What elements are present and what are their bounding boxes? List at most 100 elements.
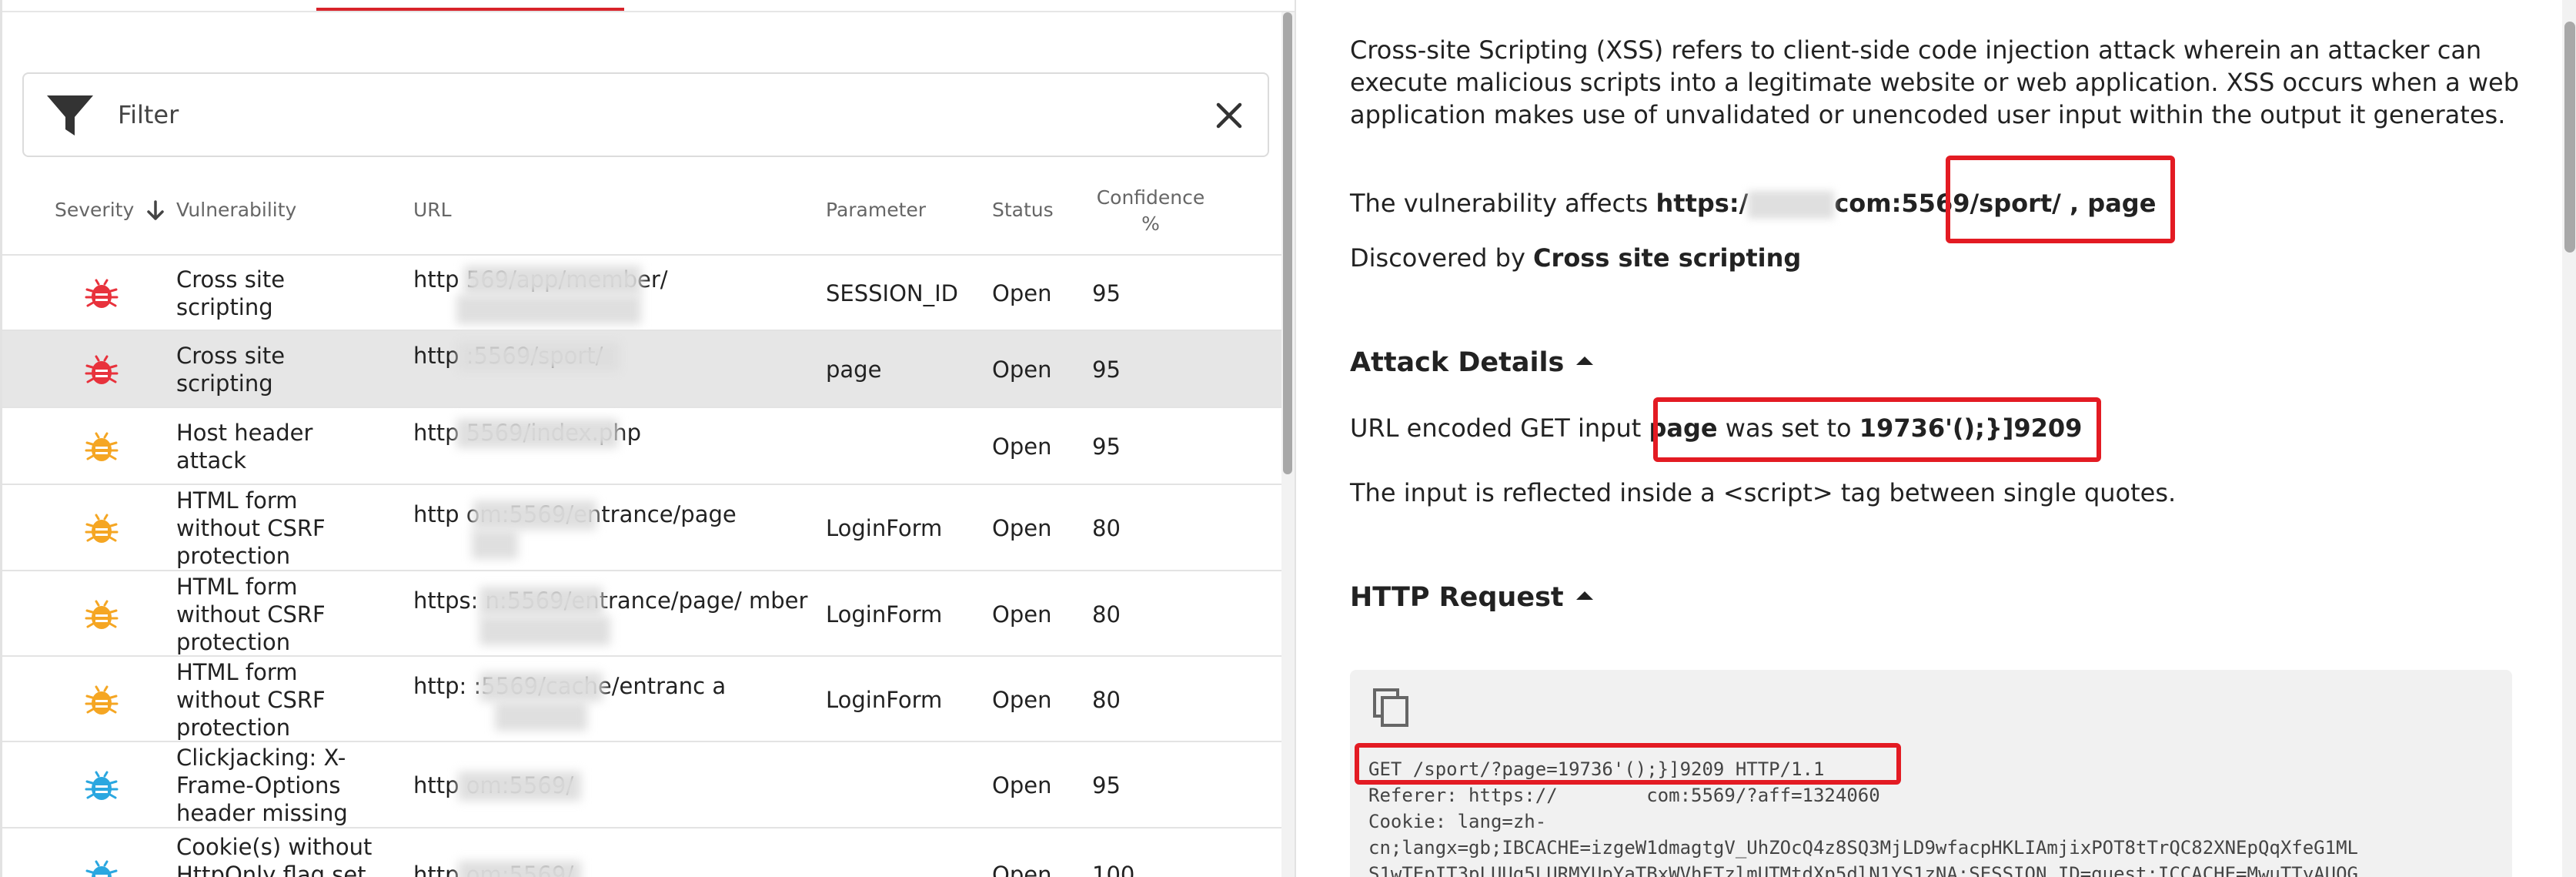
request-line: S1wTEpIT3pLUUg5LURMYUpYaTBxWVhETzlmUTMtd… xyxy=(1368,863,2358,877)
severity-low-bug-icon xyxy=(85,860,118,877)
affects-path: /sport/ , page xyxy=(1970,189,2157,218)
column-header-url[interactable]: URL xyxy=(413,197,452,223)
redacted-block xyxy=(456,419,618,448)
redacted-block xyxy=(464,266,641,295)
scrollbar-thumb[interactable] xyxy=(2564,22,2575,253)
severity-medium-bug-icon xyxy=(85,600,119,629)
table-row[interactable]: Cookie(s) without HttpOnly flag set http … xyxy=(2,827,1283,877)
parameter-cell: SESSION_ID xyxy=(826,280,959,306)
vulnerability-name: Clickjacking: X-Frame-Options header mis… xyxy=(176,745,348,826)
request-line: GET /sport/?page=19736'();}]9209 HTTP/1.… xyxy=(1368,758,1825,780)
table-row[interactable]: HTML form without CSRF protection http om… xyxy=(2,484,1283,570)
caret-up-icon[interactable] xyxy=(1575,591,1593,600)
column-header-parameter[interactable]: Parameter xyxy=(826,197,926,223)
status-cell: Open xyxy=(992,601,1052,628)
confidence-cell: 95 xyxy=(1092,772,1121,798)
severity-medium-bug-icon xyxy=(85,514,119,543)
copy-icon[interactable] xyxy=(1370,685,1413,728)
http-request-text[interactable]: GET /sport/?page=19736'();}]9209 HTTP/1.… xyxy=(1368,756,2508,877)
redacted-block xyxy=(1748,191,1835,219)
vulnerability-description: Cross-site Scripting (XSS) refers to cli… xyxy=(1350,35,2520,129)
vulnerability-name: HTML form without CSRF protection xyxy=(176,573,326,655)
attack-param: page xyxy=(1649,413,1718,443)
table-row[interactable]: Cross site scriptinghttp 569/app/member/… xyxy=(2,254,1283,330)
confidence-cell: 95 xyxy=(1092,433,1121,460)
severity-medium-bug-icon xyxy=(85,685,119,715)
vulnerability-name: Host header attack xyxy=(176,420,313,474)
vulnerability-detail-pane: Cross-site Scripting (XSS) refers to cli… xyxy=(1295,0,2576,877)
redacted-block xyxy=(456,295,641,324)
affects-line: The vulnerability affects https:/ com:556… xyxy=(1350,187,2156,219)
affects-domain: com:5569 xyxy=(1834,189,1970,218)
redacted-block xyxy=(473,500,596,530)
table-row[interactable]: Cross site scriptinghttp :5569/sport/pag… xyxy=(2,330,1283,407)
request-line: Cookie: lang=zh- xyxy=(1368,811,1547,832)
redacted-block xyxy=(458,342,620,371)
redacted-block xyxy=(479,586,603,616)
severity-high-bug-icon xyxy=(85,355,119,384)
severity-high-bug-icon xyxy=(85,279,119,308)
http-request-box: GET /sport/?page=19736'();}]9209 HTTP/1.… xyxy=(1350,670,2512,877)
attack-detail-line: URL encoded GET input page was set to 19… xyxy=(1350,412,2082,444)
affects-prefix: The vulnerability affects xyxy=(1350,189,1656,218)
table-row[interactable]: HTML form without CSRF protection https: … xyxy=(2,570,1283,655)
redacted-block xyxy=(458,861,581,877)
table-row[interactable]: Clickjacking: X-Frame-Options header mis… xyxy=(2,741,1283,827)
status-cell: Open xyxy=(992,280,1052,306)
url-cell: https: n:5569/entrance/page/ mber xyxy=(413,587,808,614)
status-cell: Open xyxy=(992,356,1052,383)
status-cell: Open xyxy=(992,772,1052,798)
confidence-cell: 95 xyxy=(1092,356,1121,383)
status-cell: Open xyxy=(992,433,1052,460)
redacted-block xyxy=(479,671,603,701)
column-header-status[interactable]: Status xyxy=(992,197,1054,223)
discovered-line: Discovered by Cross site scripting xyxy=(1350,242,1801,274)
severity-low-bug-icon xyxy=(85,771,119,800)
scrollbar-thumb[interactable] xyxy=(1283,12,1292,474)
column-header-vulnerability[interactable]: Vulnerability xyxy=(176,197,296,223)
filter-input-label[interactable]: Filter xyxy=(118,95,179,134)
caret-up-icon[interactable] xyxy=(1576,356,1594,365)
discovered-by: Cross site scripting xyxy=(1533,243,1802,273)
affects-host: https:/ xyxy=(1656,189,1749,218)
vulnerability-name: Cross site scripting xyxy=(176,343,286,397)
divider xyxy=(2,11,1297,12)
status-cell: Open xyxy=(992,515,1052,541)
parameter-cell: page xyxy=(826,356,882,383)
confidence-cell: 80 xyxy=(1092,515,1121,541)
redacted-block xyxy=(472,530,518,559)
confidence-cell: 95 xyxy=(1092,280,1121,306)
parameter-cell: LoginForm xyxy=(826,686,943,713)
attack-prefix: URL encoded GET input xyxy=(1350,413,1649,443)
vulnerability-name: Cross site scripting xyxy=(176,266,286,320)
attack-details-title: Attack Details xyxy=(1350,347,1565,378)
attack-details-heading[interactable]: Attack Details xyxy=(1350,345,1594,380)
filter-bar[interactable]: Filter xyxy=(22,72,1269,157)
confidence-cell: 100 xyxy=(1092,862,1135,877)
column-header-severity[interactable]: Severity xyxy=(55,197,134,223)
vulnerability-list-pane: Filter Severity Vulnerability URL Parame… xyxy=(0,0,1297,877)
table-row[interactable]: Host header attackhttp 5569/index.phpOpe… xyxy=(2,407,1283,484)
severity-medium-bug-icon xyxy=(85,432,119,461)
status-cell: Open xyxy=(992,686,1052,713)
table-row[interactable]: HTML form without CSRF protection http: :… xyxy=(2,655,1283,741)
vulnerability-name: HTML form without CSRF protection xyxy=(176,658,326,741)
attack-mid: was set to xyxy=(1717,413,1859,443)
redacted-block xyxy=(458,772,581,801)
reflection-note: The input is reflected inside a <script>… xyxy=(1350,478,2177,507)
request-line: cn;langx=gb;IBCACHE=izgeW1dmagtgV_UhZOcQ… xyxy=(1368,837,2358,859)
discovered-prefix: Discovered by xyxy=(1350,243,1534,273)
confidence-cell: 80 xyxy=(1092,686,1121,713)
column-header-confidence[interactable]: Confidence % xyxy=(1089,185,1212,237)
http-request-title: HTTP Request xyxy=(1350,582,1564,613)
url-cell: http: :5569/cache/entranc a xyxy=(413,672,727,699)
request-line: Referer: https:// com:5569/?aff=1324060 xyxy=(1368,785,1880,806)
parameter-cell: LoginForm xyxy=(826,601,943,628)
parameter-cell: LoginForm xyxy=(826,515,943,541)
vulnerability-name: Cookie(s) without HttpOnly flag set xyxy=(176,834,373,877)
arrow-down-icon[interactable] xyxy=(142,199,169,223)
filter-funnel-icon[interactable] xyxy=(45,92,95,139)
close-icon[interactable] xyxy=(1206,92,1252,139)
confidence-cell: 80 xyxy=(1092,601,1121,628)
http-request-heading[interactable]: HTTP Request xyxy=(1350,580,1593,615)
